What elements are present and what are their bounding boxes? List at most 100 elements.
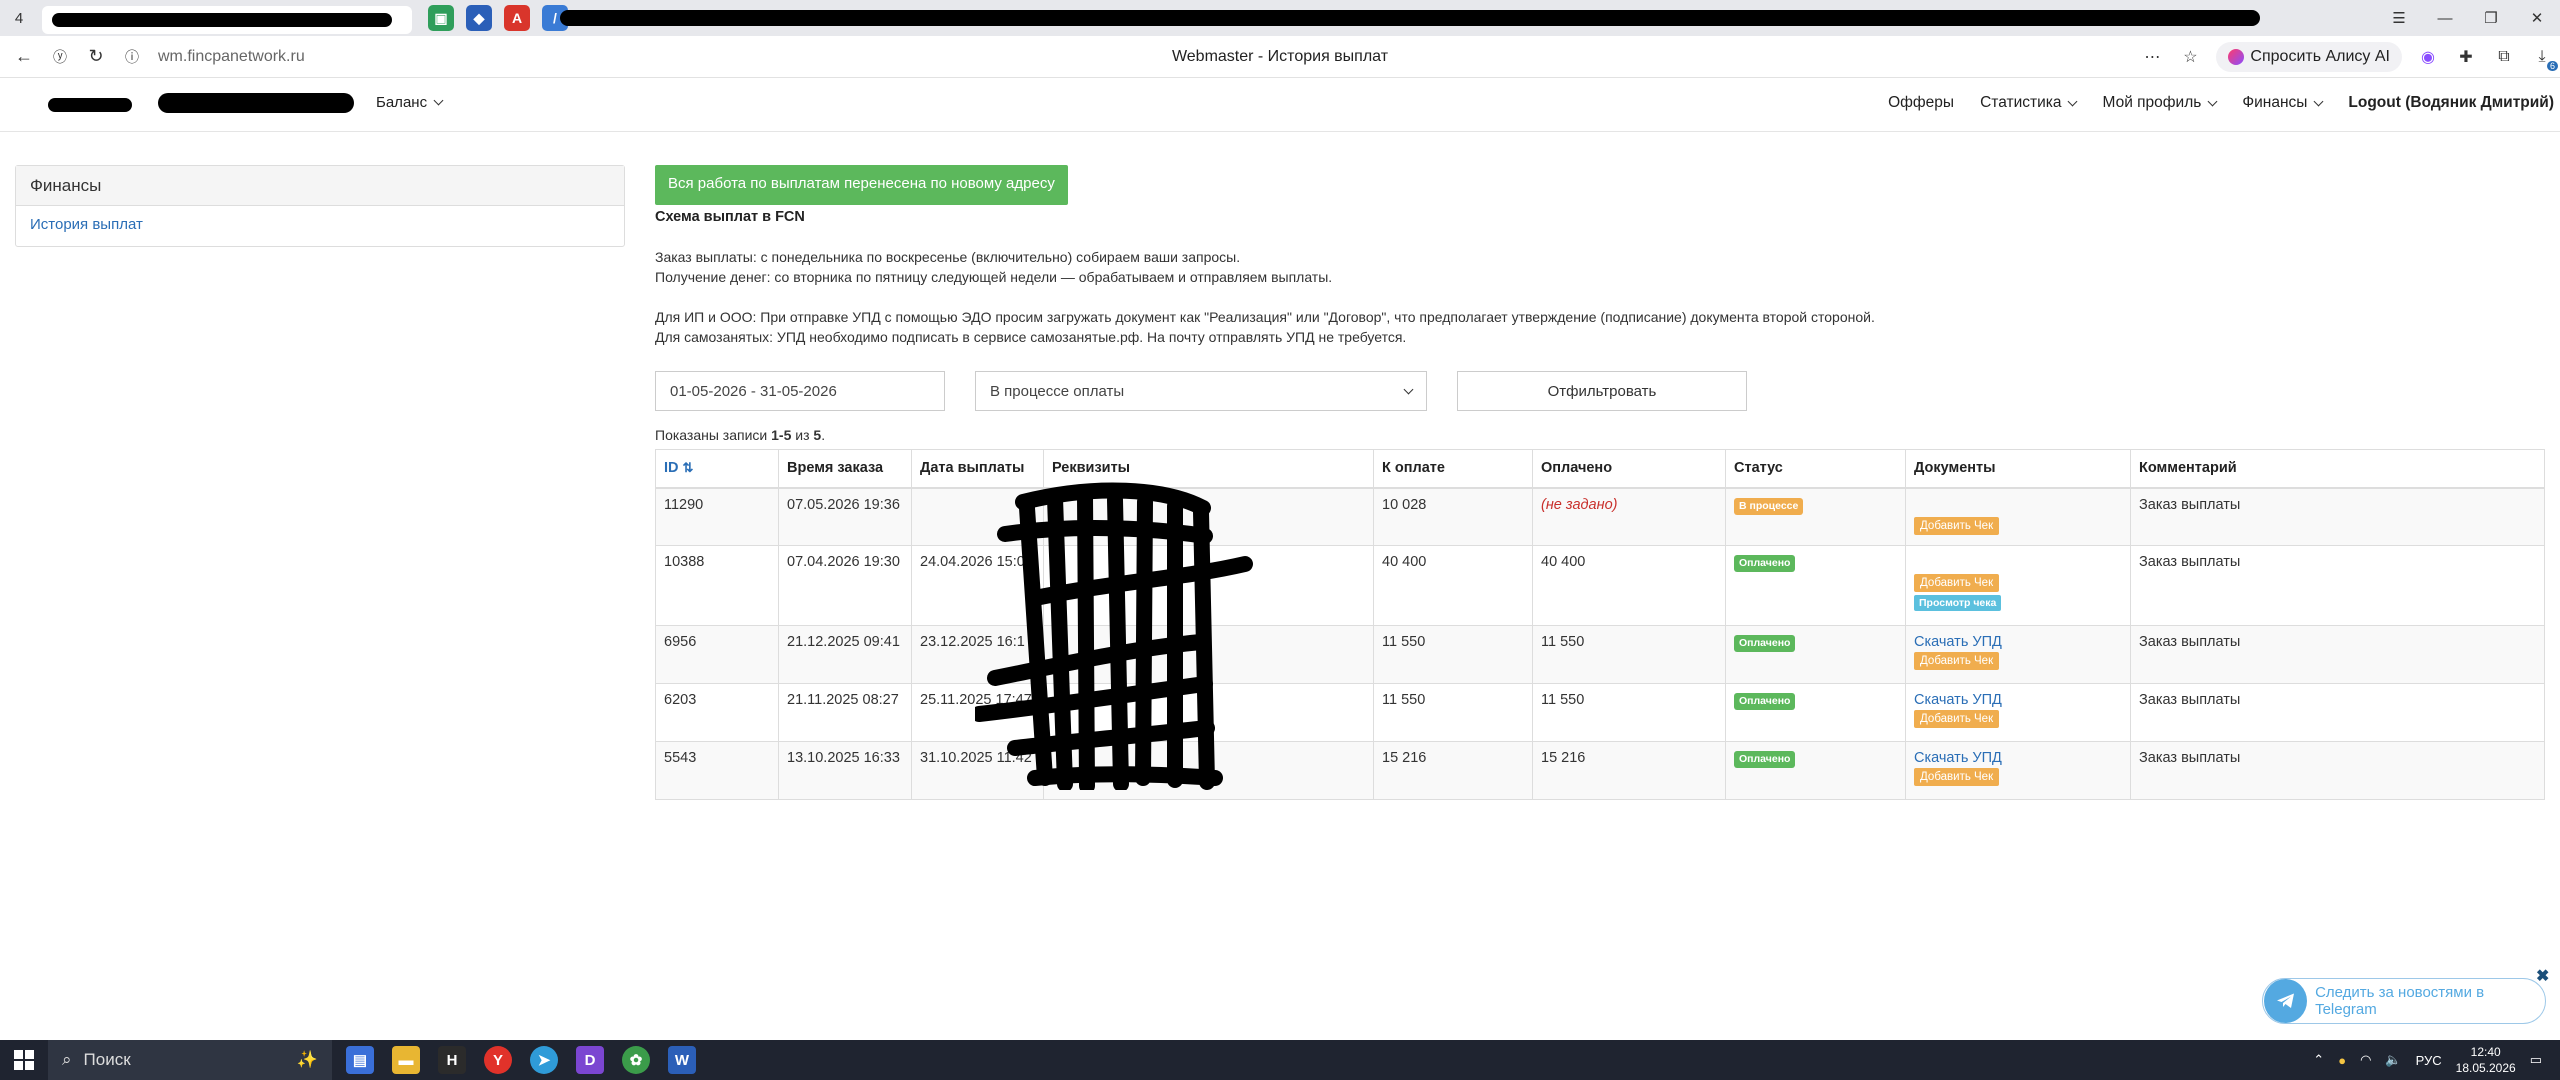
close-icon[interactable]: ✕: [2514, 0, 2560, 36]
cell-documents: Добавить Чек: [1905, 487, 2131, 546]
cell-ordered: 07.05.2026 19:36: [778, 487, 912, 546]
status-badge: Оплачено: [1734, 555, 1796, 572]
yandex-icon[interactable]: ⓨ: [42, 39, 78, 75]
telegram-follow-widget[interactable]: Следить за новостями в Telegram: [2262, 978, 2546, 1024]
status-select[interactable]: В процессе оплаты: [975, 371, 1427, 411]
cell-requisites: [1043, 741, 1374, 800]
app-leaf-icon[interactable]: ✿: [622, 1046, 650, 1074]
ask-alice-button[interactable]: Спросить Алису AI: [2216, 42, 2402, 72]
yandex-browser-icon[interactable]: Y: [484, 1046, 512, 1074]
sparkle-icon: ✨: [296, 1050, 318, 1069]
bookmark-star-icon[interactable]: ☆: [2178, 45, 2202, 69]
add-receipt-button[interactable]: Добавить Чек: [1914, 574, 2000, 592]
language-indicator[interactable]: РУС: [2416, 1053, 2442, 1068]
tab-counter[interactable]: 4: [0, 0, 38, 36]
telegram-app-icon[interactable]: ➤: [530, 1046, 558, 1074]
download-upd-link[interactable]: Скачать УПД: [1914, 692, 2002, 708]
cell-comment: Заказ выплаты: [2130, 741, 2545, 800]
nav-finance[interactable]: Финансы: [2242, 94, 2324, 112]
cell-comment: Заказ выплаты: [2130, 683, 2545, 742]
app-h-icon[interactable]: H: [438, 1046, 466, 1074]
cell-paid: 11 550: [1532, 683, 1726, 742]
extensions-icon[interactable]: ✚: [2454, 45, 2478, 69]
nav-profile[interactable]: Мой профиль: [2102, 94, 2218, 112]
download-upd-link[interactable]: Скачать УПД: [1914, 750, 2002, 766]
pinned-tabs: ▣ ◆ A /: [428, 5, 568, 31]
paid-not-set: (не задано): [1541, 496, 1618, 513]
sidebar-title: Финансы: [16, 166, 624, 206]
downloads-icon[interactable]: ⤓ 6: [2530, 45, 2558, 71]
add-receipt-button[interactable]: Добавить Чек: [1914, 768, 2000, 786]
table-row: 6203 21.11.2025 08:27 25.11.2025 17:47 1…: [655, 683, 2545, 742]
filter-button[interactable]: Отфильтровать: [1457, 371, 1747, 411]
logo-redacted[interactable]: [48, 98, 132, 112]
system-tray: ⌃ ● ◠ 🔈 РУС 12:40 18.05.2026 ▭: [2313, 1040, 2542, 1080]
status-badge: Оплачено: [1734, 751, 1796, 768]
start-icon[interactable]: [0, 1040, 48, 1080]
task-view-icon[interactable]: ▤: [346, 1046, 374, 1074]
app-d-icon[interactable]: D: [576, 1046, 604, 1074]
pinned-tab-icon[interactable]: ◆: [466, 5, 492, 31]
records-summary: Показаны записи 1-5 из 5.: [655, 427, 2545, 443]
cell-ordered: 21.11.2025 08:27: [778, 683, 912, 742]
tabs-menu-icon[interactable]: ☰: [2376, 0, 2422, 36]
view-receipt-button[interactable]: Просмотр чека: [1914, 595, 2002, 611]
reload-icon[interactable]: ↻: [78, 39, 114, 75]
site-info-icon[interactable]: ⓘ: [114, 39, 150, 75]
add-receipt-button[interactable]: Добавить Чек: [1914, 710, 2000, 728]
addressbar-actions: ⋯ ☆ Спросить Алису AI ◉ ✚ ⧉ ⤓ 6: [2140, 36, 2558, 78]
taskbar-search[interactable]: ⌕ Поиск ✨: [48, 1040, 332, 1080]
search-icon: ⌕: [62, 1050, 72, 1069]
summary-range: 1-5: [771, 427, 792, 443]
cell-paid-date: 31.10.2025 11:42: [911, 741, 1044, 800]
nav-offers[interactable]: Офферы: [1888, 94, 1954, 112]
cell-documents: Скачать УПД Добавить Чек: [1905, 625, 2131, 684]
chevron-down-icon: [2313, 96, 2324, 106]
add-receipt-button[interactable]: Добавить Чек: [1914, 652, 2000, 670]
cell-status: Оплачено: [1725, 741, 1906, 800]
notifications-icon[interactable]: ▭: [2530, 1052, 2542, 1068]
sidebar-item-payout-history[interactable]: История выплат: [16, 206, 624, 246]
balance-dropdown[interactable]: Баланс: [376, 94, 444, 111]
add-receipt-button[interactable]: Добавить Чек: [1914, 516, 2000, 535]
notice-button[interactable]: Вся работа по выплатам перенесена по нов…: [655, 165, 1068, 205]
cell-id: 11290: [655, 487, 779, 546]
volume-icon[interactable]: 🔈: [2385, 1052, 2401, 1068]
nav-statistics[interactable]: Статистика: [1980, 94, 2078, 112]
file-explorer-icon[interactable]: ▬: [392, 1046, 420, 1074]
nav-logout[interactable]: Logout (Водяник Дмитрий): [2348, 94, 2554, 112]
taskbar-clock[interactable]: 12:40 18.05.2026: [2456, 1044, 2516, 1076]
pinned-tab-icon[interactable]: ▣: [428, 5, 454, 31]
browser-tab-redacted[interactable]: [42, 6, 412, 34]
cell-ordered: 13.10.2025 16:33: [778, 741, 912, 800]
profile-icon[interactable]: ◉: [2416, 45, 2440, 69]
date-range-input[interactable]: 01-05-2026 - 31-05-2026: [655, 371, 945, 411]
chevron-down-icon: [1403, 384, 1414, 394]
cell-status: Оплачено: [1725, 545, 1906, 626]
chevron-down-icon: [2207, 96, 2218, 106]
cell-id: 10388: [655, 545, 779, 626]
wifi-icon[interactable]: ◠: [2360, 1052, 2371, 1068]
cell-requisites: [1043, 683, 1374, 742]
summary-prefix: Показаны записи: [655, 427, 772, 443]
maximize-icon[interactable]: ❐: [2468, 0, 2514, 36]
table-row: 5543 13.10.2025 16:33 31.10.2025 11:42 1…: [655, 741, 2545, 800]
url-field[interactable]: wm.fincpanetwork.ru: [158, 48, 305, 66]
tray-yandex-icon[interactable]: ●: [2338, 1053, 2346, 1068]
pinned-tab-icon[interactable]: A: [504, 5, 530, 31]
ask-alice-label: Спросить Алису AI: [2250, 48, 2390, 65]
more-icon[interactable]: ⋯: [2140, 45, 2164, 69]
cell-requisites: [1043, 487, 1374, 546]
browser-tabbar: 4 ▣ ◆ A / ☰ — ❐ ✕: [0, 0, 2560, 36]
minimize-icon[interactable]: —: [2422, 0, 2468, 36]
cell-documents: Добавить Чек Просмотр чека: [1905, 545, 2131, 626]
column-header-id[interactable]: ID ⇅: [655, 449, 779, 489]
collections-icon[interactable]: ⧉: [2492, 45, 2516, 69]
info-line: Для ИП и ООО: При отправке УПД с помощью…: [655, 309, 1875, 325]
taskbar-apps: ▤ ▬ H Y ➤ D ✿ W: [346, 1046, 696, 1074]
tray-chevron-up-icon[interactable]: ⌃: [2313, 1052, 2324, 1068]
download-upd-link[interactable]: Скачать УПД: [1914, 634, 2002, 650]
back-arrow-icon[interactable]: ←: [6, 39, 42, 75]
telegram-icon: [2264, 979, 2308, 1023]
word-icon[interactable]: W: [668, 1046, 696, 1074]
